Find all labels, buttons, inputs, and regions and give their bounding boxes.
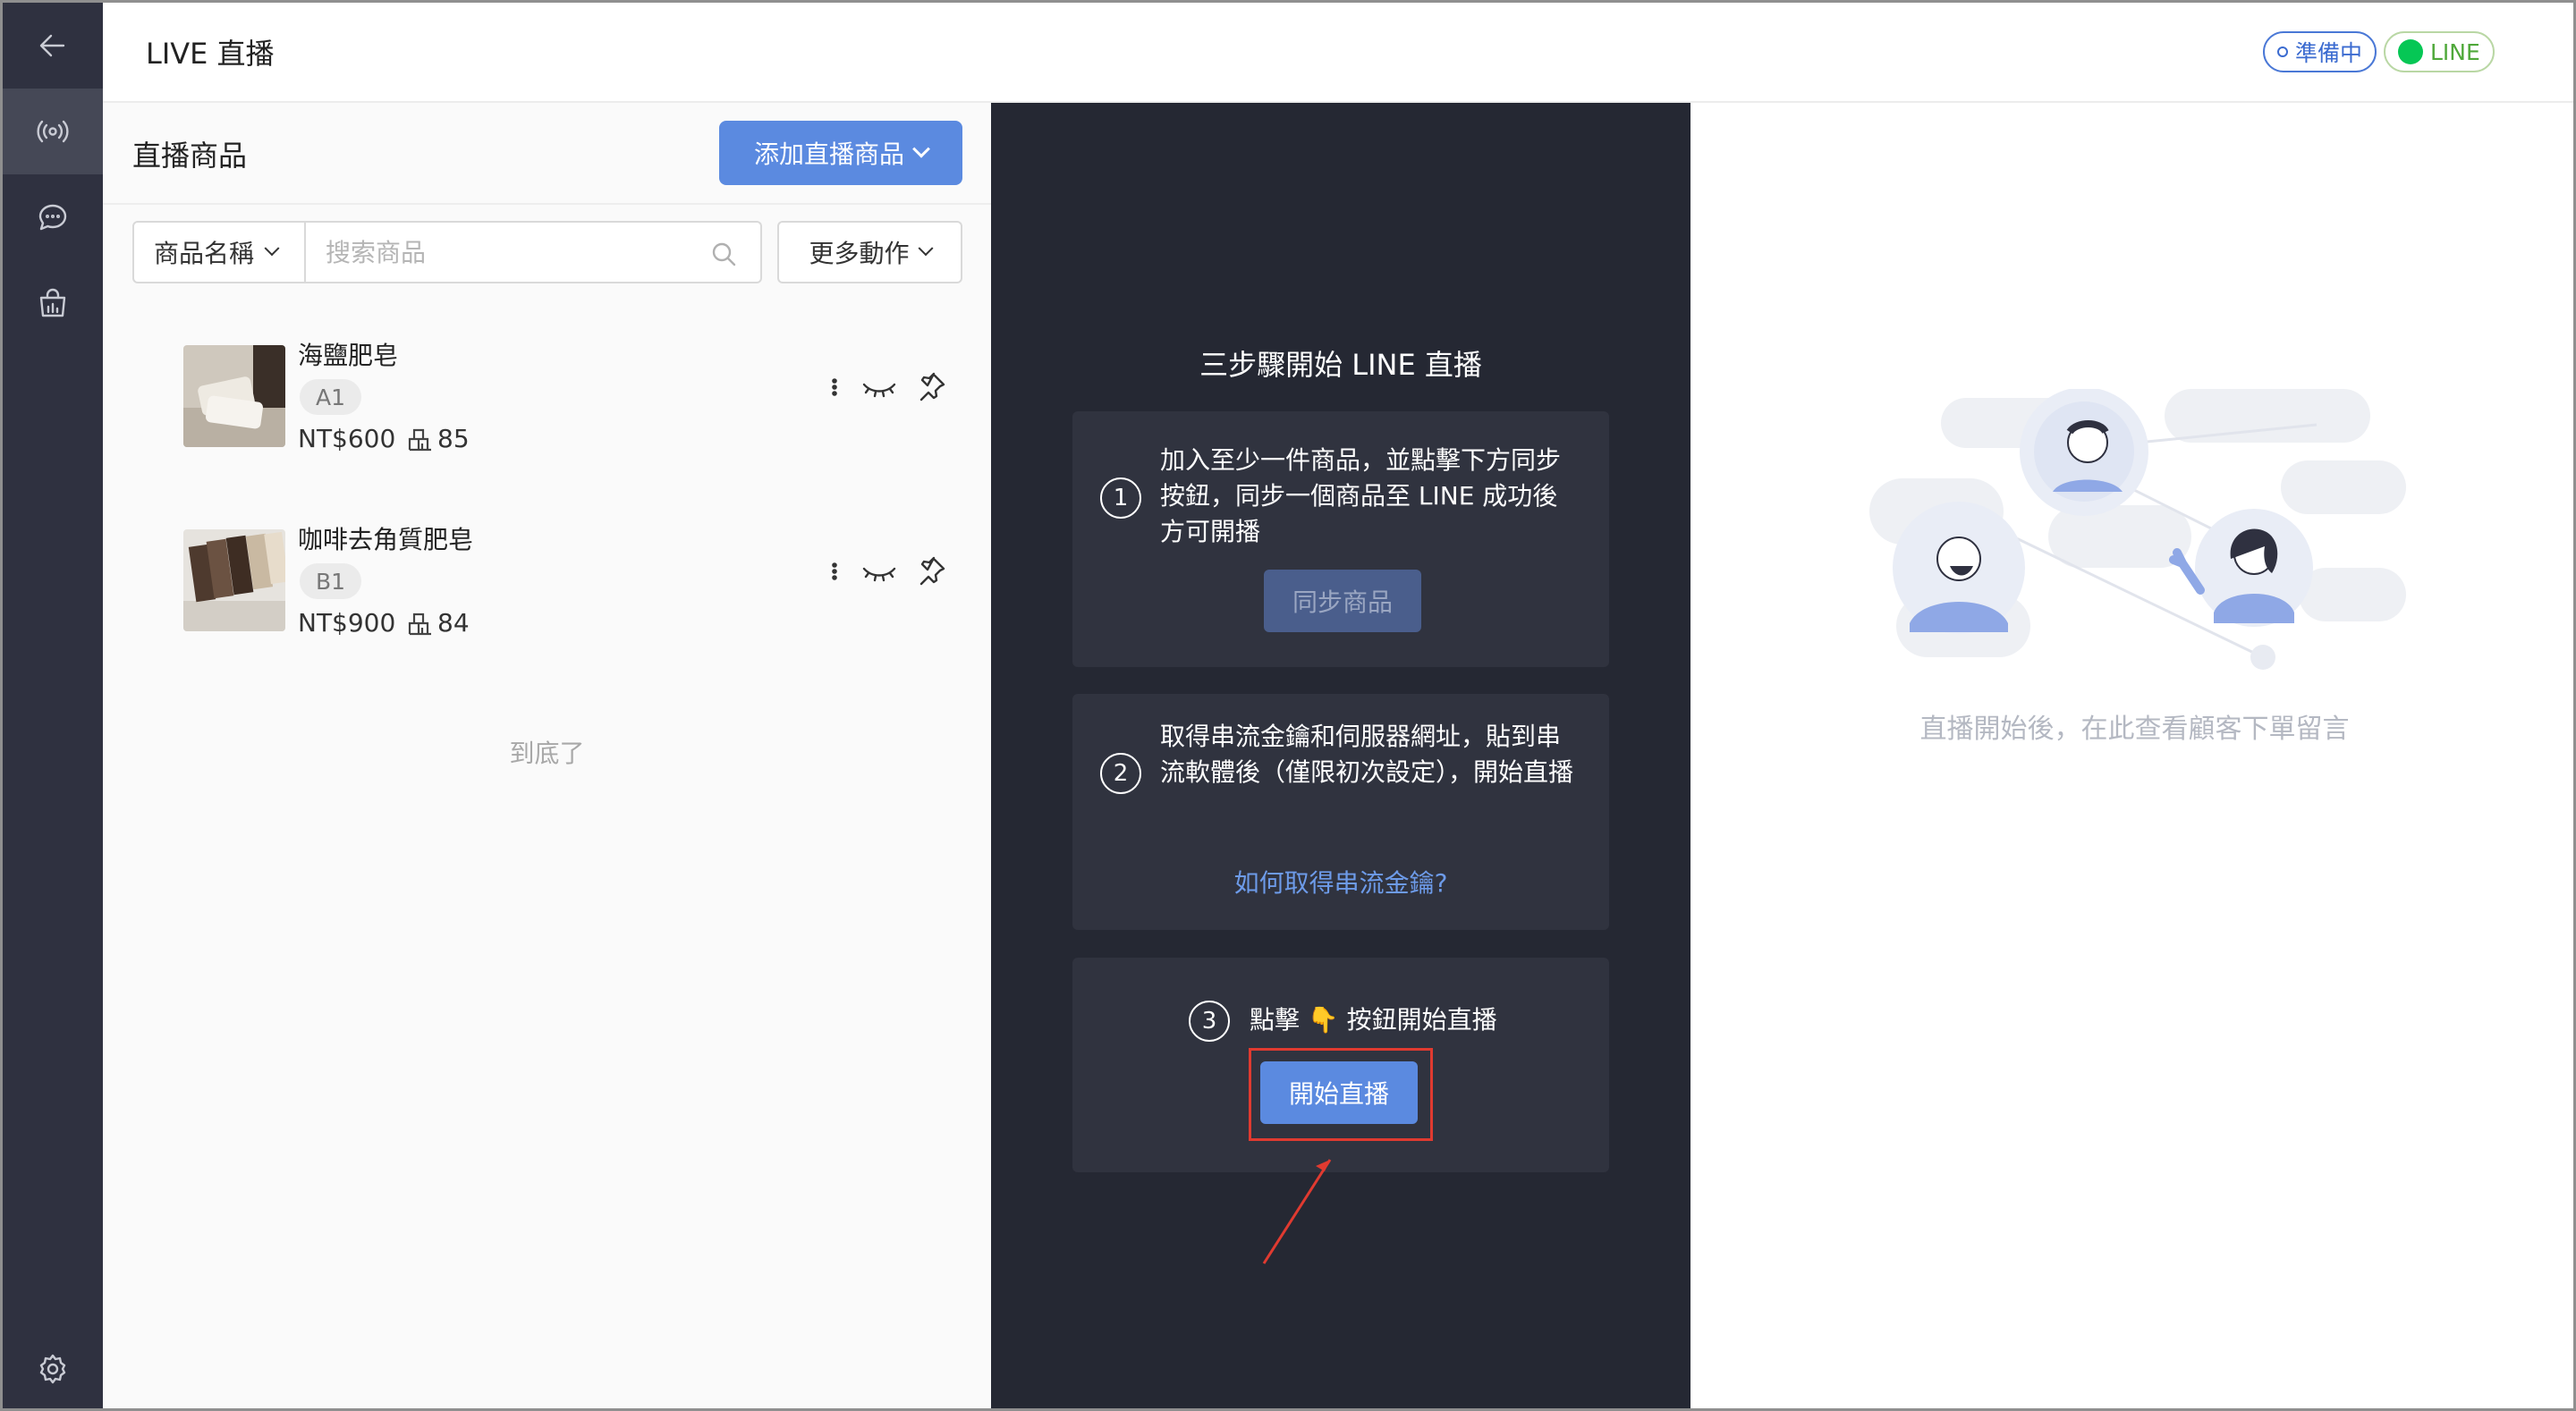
product-price: NT$900 <box>298 608 396 638</box>
product-row[interactable]: 咖啡去角質肥皂 B1 NT$900 84 <box>103 525 991 699</box>
comments-panel: 直播開始後，在此查看顧客下單留言 <box>1690 103 2573 1408</box>
eye-closed-icon[interactable] <box>861 374 897 401</box>
chevron-down-icon <box>918 241 933 257</box>
search-input[interactable] <box>306 223 699 282</box>
list-end-text: 到底了 <box>509 739 585 768</box>
search-box <box>304 221 762 283</box>
step-number: 1 <box>1100 477 1141 519</box>
chevron-down-icon <box>264 241 280 257</box>
channel-badge: LINE <box>2384 31 2495 72</box>
more-actions-button[interactable]: 更多動作 <box>777 221 962 283</box>
status-label: 準備中 <box>2295 40 2363 66</box>
product-actions <box>827 372 947 402</box>
step-card-3: 3 點擊 👇 按鈕開始直播 開始直播 <box>1072 958 1609 1172</box>
more-actions-label: 更多動作 <box>809 239 910 268</box>
product-row[interactable]: 海鹽肥皂 A1 NT$600 85 <box>103 341 991 515</box>
pin-icon[interactable] <box>917 372 947 402</box>
step-number: 2 <box>1100 753 1141 794</box>
product-stock-count: 85 <box>437 424 470 453</box>
customers-chat-illustration-icon <box>1869 389 2406 670</box>
product-name: 咖啡去角質肥皂 <box>298 525 474 554</box>
chevron-down-icon <box>912 139 930 158</box>
sidebar-item-live[interactable] <box>3 89 103 174</box>
products-panel-header: 直播商品 添加直播商品 <box>103 103 991 205</box>
stock-boxes-icon <box>408 428 431 451</box>
app-window: LIVE 直播 準備中 LINE 直播商品 添加直播商品 商品名稱 搜索商品 更… <box>0 0 2576 1411</box>
stream-key-help-link[interactable]: 如何取得串流金鑰? <box>1072 864 1609 900</box>
sidebar-item-chat[interactable] <box>3 174 103 260</box>
product-thumbnail <box>183 345 285 447</box>
product-stock-count: 84 <box>437 608 470 638</box>
product-stock: 84 <box>407 608 470 638</box>
step-card-2: 2 取得串流金鑰和伺服器網址，貼到串流軟體後（僅限初次設定），開始直播 如何取得… <box>1072 694 1609 930</box>
add-live-product-label: 添加直播商品 <box>753 139 904 169</box>
step-card-1: 1 加入至少一件商品，並點擊下方同步按鈕，同步一個商品至 LINE 成功後方可開… <box>1072 411 1609 667</box>
product-code-badge: B1 <box>300 563 362 599</box>
sidebar-item-shop[interactable] <box>3 260 103 346</box>
product-actions <box>827 556 947 587</box>
top-header: LIVE 直播 準備中 LINE <box>103 3 2573 103</box>
more-vertical-icon[interactable] <box>827 558 842 585</box>
steps-panel-title: 三步驟開始 LINE 直播 <box>1199 348 1482 382</box>
sidebar-item-back[interactable] <box>3 3 103 89</box>
product-code-badge: A1 <box>300 379 362 415</box>
status-dot-icon <box>2277 46 2288 57</box>
comments-empty-hint: 直播開始後，在此查看顧客下單留言 <box>1919 714 2350 745</box>
pin-icon[interactable] <box>917 556 947 587</box>
step-text: 點擊 👇 按鈕開始直播 <box>1250 1005 1497 1035</box>
page-title: LIVE 直播 <box>146 37 275 71</box>
stock-boxes-icon <box>408 613 431 635</box>
products-panel-title: 直播商品 <box>132 139 248 173</box>
product-name: 海鹽肥皂 <box>298 341 399 370</box>
sidebar-item-settings[interactable] <box>3 1326 103 1408</box>
add-live-product-button[interactable]: 添加直播商品 <box>719 121 962 185</box>
products-panel: 直播商品 添加直播商品 商品名稱 更多動作 <box>103 103 991 1408</box>
eye-closed-icon[interactable] <box>861 558 897 585</box>
product-thumbnail <box>183 529 285 631</box>
chat-icon <box>38 204 67 231</box>
search-icon[interactable] <box>710 241 737 267</box>
product-price: NT$600 <box>298 424 396 453</box>
live-broadcast-icon <box>37 120 69 143</box>
highlight-box <box>1249 1048 1433 1141</box>
sync-products-button[interactable]: 同步商品 <box>1264 570 1421 632</box>
step-text: 取得串流金鑰和伺服器網址，貼到串流軟體後（僅限初次設定），開始直播 <box>1160 722 1574 787</box>
search-field-select[interactable]: 商品名稱 <box>132 221 306 283</box>
status-badge: 準備中 <box>2263 31 2377 72</box>
shop-bag-icon <box>39 288 66 317</box>
channel-label: LINE <box>2430 38 2480 65</box>
search-field-label: 商品名稱 <box>154 239 255 268</box>
back-arrow-icon <box>39 34 65 57</box>
product-stock: 85 <box>407 424 470 453</box>
step-number: 3 <box>1189 1001 1230 1042</box>
gear-icon <box>39 1354 66 1384</box>
step-text: 加入至少一件商品，並點擊下方同步按鈕，同步一個商品至 LINE 成功後方可開播 <box>1160 445 1562 546</box>
more-vertical-icon[interactable] <box>827 374 842 401</box>
annotation-arrow-icon <box>1262 1159 1332 1264</box>
sidebar-rail <box>3 3 103 1408</box>
line-logo-icon <box>2398 39 2423 64</box>
